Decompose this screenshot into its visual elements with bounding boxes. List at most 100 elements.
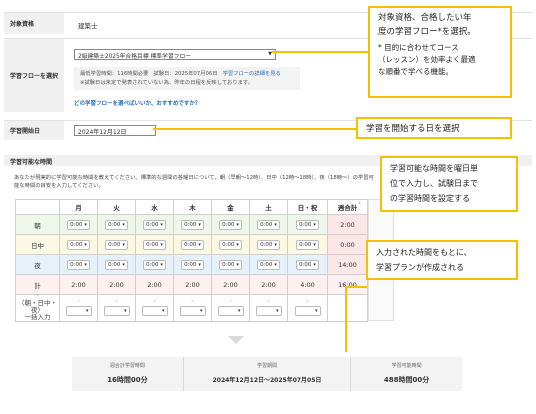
callout-pointer	[272, 51, 368, 53]
chevron-down-icon: ▾	[274, 241, 277, 248]
row-label: 朝	[15, 214, 60, 235]
time-select[interactable]: 0:00 ▾	[143, 219, 166, 230]
bulk-select[interactable]: ▾	[217, 305, 244, 316]
summary-value: 488時間00分	[383, 376, 430, 384]
flow-select[interactable]: 2級建築士2025年合格目標 標準学習フロー ▼	[74, 49, 276, 60]
bulk-select[interactable]: ▾	[103, 305, 130, 316]
time-select[interactable]: 0:00 ▾	[181, 259, 204, 270]
time-select[interactable]: 0:00 ▾	[296, 219, 319, 230]
callout-flow: 対象資格、合格したい年 度の学習フロー*を選択。 * 目的に合わせてコース （レ…	[368, 6, 512, 98]
callout-pointer	[345, 286, 367, 288]
time-select[interactable]: 0:00 ▾	[67, 219, 90, 230]
day-total: 2:00	[173, 274, 212, 295]
qualification-label: 対象資格	[4, 13, 64, 34]
start-label: 学習開始日	[4, 121, 64, 140]
flow-help-link[interactable]: どの学習フローを選べばいいか、おすすめですか？	[74, 99, 200, 107]
day-header: 木	[173, 199, 212, 215]
callout-plan: 入力された時間をもとに、 学習プランが作成される	[366, 240, 518, 280]
bulk-input-label: ⌃ （朝・日中・夜） 一括入力	[15, 294, 60, 322]
start-date-input[interactable]: 2024年12月12日	[74, 125, 156, 136]
time-select[interactable]: 0:00 ▾	[143, 239, 166, 250]
flow-info-line1: 最低学習時間：116時間必要 試験日：2025年07月06日 学習フローの詳細を…	[80, 70, 294, 79]
exam-date-text: 試験日：2025年07月06日	[153, 71, 218, 77]
up-arrow-icon: ⌃	[305, 299, 310, 306]
bulk-select[interactable]: ▾	[141, 305, 168, 316]
day-total: 2:00	[97, 274, 136, 295]
bulk-select[interactable]: ▾	[255, 305, 282, 316]
time-select[interactable]: 0:00 ▾	[219, 219, 242, 230]
callout-pointer	[153, 128, 356, 130]
callout-time: 学習可能な時間を曜日単 位で入力し、試験日まで の学習時間を設定する	[380, 156, 518, 212]
chevron-down-icon: ▾	[198, 221, 201, 228]
callout-start: 学習を開始する日を選択	[356, 117, 512, 139]
flow-select-value: 2級建築士2025年合格目標 標準学習フロー	[78, 54, 192, 60]
up-arrow-icon: ⌃	[114, 299, 119, 306]
table-row-daytime: 日中 0:00 ▾ 0:00 ▾ 0:00 ▾ 0:00 ▾ 0:00 ▾ 0:00 ▾ 0…	[15, 234, 368, 255]
time-select[interactable]: 0:00 ▾	[105, 219, 128, 230]
chevron-down-icon: ▾	[160, 221, 163, 228]
chevron-down-icon: ▾	[160, 241, 163, 248]
up-arrow-icon: ⌃	[266, 299, 271, 306]
chevron-down-icon: ▾	[161, 307, 165, 314]
flow-label: 学習フローを選択	[4, 39, 64, 112]
flow-info-line2: ※試験日は未定で発表されていない為、昨年の日程を反映しております。	[80, 80, 253, 86]
summary-weekly-hours: 週合計学習時間 16時間00分	[72, 357, 183, 391]
day-header: 火	[97, 199, 136, 215]
day-header: 日・祝	[287, 199, 328, 215]
chevron-down-icon: ▾	[85, 307, 89, 314]
time-select[interactable]: 0:00 ▾	[296, 259, 319, 270]
summary-available-hours: 学習可能時間 488時間00分	[350, 357, 462, 391]
summary-label: 学習可能時間	[391, 363, 422, 369]
time-select[interactable]: 0:00 ▾	[296, 239, 319, 250]
chevron-left-icon[interactable]: ‹	[358, 198, 361, 207]
table-row-morning: 朝 0:00 ▾ 0:00 ▾ 0:00 ▾ 0:00 ▾ 0:00 ▾ 0:00 ▾ 0:…	[15, 214, 368, 235]
callout-pointer	[345, 286, 347, 352]
day-header: 土	[249, 199, 288, 215]
flow-detail-link[interactable]: 学習フローの詳細を見る	[223, 71, 281, 77]
grand-total: 16:00	[327, 274, 368, 295]
up-arrow-icon: ⌃	[228, 299, 233, 306]
day-total: 2:00	[59, 274, 98, 295]
availability-table: 月 火 水 木 金 土 日・祝 週合計 朝 0:00 ▾ 0:00 ▾ 0:00 ▾ …	[15, 199, 368, 322]
up-arrow-icon: ⌃	[190, 299, 195, 306]
chevron-down-icon: ▾	[274, 261, 277, 268]
time-select[interactable]: 0:00 ▾	[67, 259, 90, 270]
row-sum: 0:00	[327, 234, 368, 255]
time-select[interactable]: 0:00 ▾	[219, 239, 242, 250]
time-select[interactable]: 0:00 ▾	[257, 259, 280, 270]
time-select[interactable]: 0:00 ▾	[181, 239, 204, 250]
bulk-select[interactable]: ▾	[179, 305, 206, 316]
table-row-night: 夜 0:00 ▾ 0:00 ▾ 0:00 ▾ 0:00 ▾ 0:00 ▾ 0:00 ▾ 0:…	[15, 254, 368, 275]
time-select[interactable]: 0:00 ▾	[181, 219, 204, 230]
up-arrow-icon: ⌃	[152, 299, 157, 306]
row-label: 夜	[15, 254, 60, 275]
flow-info-box: 最低学習時間：116時間必要 試験日：2025年07月06日 学習フローの詳細を…	[74, 67, 300, 90]
time-select[interactable]: 0:00 ▾	[219, 259, 242, 270]
time-select[interactable]: 0:00 ▾	[257, 239, 280, 250]
chevron-down-icon: ▾	[199, 307, 203, 314]
chevron-down-icon: ▾	[198, 261, 201, 268]
time-select[interactable]: 0:00 ▾	[67, 239, 90, 250]
day-total: 2:00	[135, 274, 174, 295]
chevron-down-icon: ▾	[313, 221, 316, 228]
time-select[interactable]: 0:00 ▾	[143, 259, 166, 270]
summary-value: 2024年12月12日〜2025年07月05日	[212, 377, 322, 384]
time-select[interactable]: 0:00 ▾	[105, 259, 128, 270]
table-header-row: 月 火 水 木 金 土 日・祝 週合計	[15, 199, 368, 215]
time-select[interactable]: 0:00 ▾	[257, 219, 280, 230]
chevron-down-icon: ▾	[314, 307, 318, 314]
bulk-select[interactable]: ▾	[294, 305, 321, 316]
time-select[interactable]: 0:00 ▾	[105, 239, 128, 250]
summary-bar: 週合計学習時間 16時間00分 学習期間 2024年12月12日〜2025年07…	[72, 357, 462, 391]
chevron-down-icon: ▾	[274, 221, 277, 228]
summary-label: 週合計学習時間	[109, 363, 145, 369]
weekly-sum-header: 週合計	[327, 199, 368, 215]
bulk-select[interactable]: ▾	[65, 305, 92, 316]
min-hours-text: 最低学習時間：116時間必要	[80, 71, 149, 77]
summary-value: 16時間00分	[107, 376, 148, 384]
chevron-down-icon: ▾	[84, 241, 87, 248]
chevron-down-icon: ▾	[84, 261, 87, 268]
chevron-down-icon: ▾	[123, 307, 127, 314]
summary-period: 学習期間 2024年12月12日〜2025年07月05日	[182, 357, 350, 391]
day-total: 4:00	[287, 274, 328, 295]
